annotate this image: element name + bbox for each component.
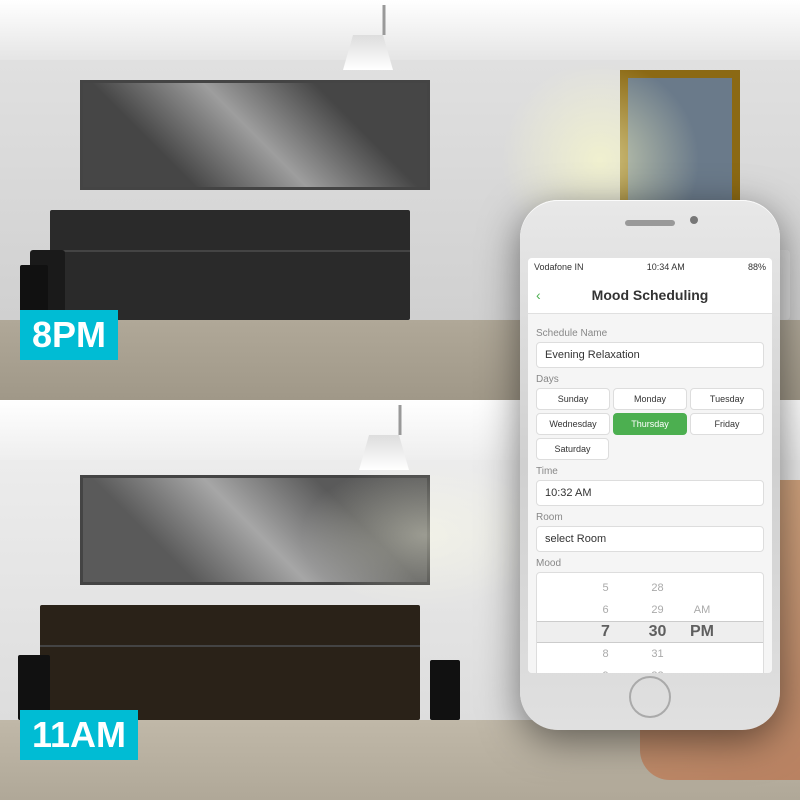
hour-8: 8 [581,643,631,665]
min-31: 31 [633,643,683,665]
painting-top [80,80,430,190]
time-picker: 5 6 7 8 9 28 29 30 31 [536,572,764,673]
period-am: AM [685,599,720,621]
background: 8PM 11AM Vodafone IN 10:34 AM 88% ‹ [0,0,800,800]
shelf-top [50,250,410,252]
hour-9: 9 [581,665,631,673]
saturday-row: Saturday [536,438,764,460]
day-wednesday[interactable]: Wednesday [536,413,610,435]
days-grid: Sunday Monday Tuesday Wednesday Thursday… [536,388,764,435]
speaker-right-bottom [430,660,460,720]
room-label: Room [536,512,764,523]
lamp-cord-bottom [399,405,402,435]
period-empty2 [685,643,720,665]
room-select[interactable]: select Room [536,526,764,552]
app-title: Mood Scheduling [592,287,709,303]
period-empty3 [685,665,720,673]
painting-art-top [83,83,427,187]
time-label: Time [536,466,764,477]
carrier: Vodafone IN [534,262,584,272]
app-header: ‹ Mood Scheduling [528,276,772,314]
day-friday[interactable]: Friday [690,413,764,435]
min-32: 32 [633,665,683,673]
painting-art-bottom [83,478,427,582]
min-29: 29 [633,599,683,621]
time-input[interactable]: 10:32 AM [536,480,764,506]
cabinet-bottom [40,605,420,720]
day-monday[interactable]: Monday [613,388,687,410]
battery: 88% [748,262,766,272]
painting-bottom [80,475,430,585]
phone: Vodafone IN 10:34 AM 88% ‹ Mood Scheduli… [520,200,800,760]
day-saturday[interactable]: Saturday [536,438,609,460]
day-thursday[interactable]: Thursday [613,413,687,435]
time-label-8pm: 8PM [20,310,118,360]
hour-6: 6 [581,599,631,621]
app-content: Schedule Name Evening Relaxation Days Su… [528,314,772,673]
picker-highlight [537,621,763,643]
time-display: 10:34 AM [647,262,685,272]
schedule-name-label: Schedule Name [536,328,764,339]
schedule-name-input[interactable]: Evening Relaxation [536,342,764,368]
home-button[interactable] [629,676,671,718]
min-28: 28 [633,577,683,599]
mood-label: Mood [536,558,764,569]
back-button[interactable]: ‹ [528,287,549,303]
cabinet-top [50,210,410,320]
days-label: Days [536,374,764,385]
ceiling-top [0,0,800,60]
window-top [620,70,740,220]
phone-shell: Vodafone IN 10:34 AM 88% ‹ Mood Scheduli… [520,200,780,730]
lamp-cord-top [383,5,386,35]
period-empty1 [685,577,720,599]
shelf-bottom [40,645,420,647]
day-tuesday[interactable]: Tuesday [690,388,764,410]
phone-speaker [625,220,675,226]
phone-camera [690,216,698,224]
day-sunday[interactable]: Sunday [536,388,610,410]
status-bar: Vodafone IN 10:34 AM 88% [528,258,772,276]
hour-5: 5 [581,577,631,599]
time-label-11am: 11AM [20,710,138,760]
phone-screen: Vodafone IN 10:34 AM 88% ‹ Mood Scheduli… [528,258,772,673]
